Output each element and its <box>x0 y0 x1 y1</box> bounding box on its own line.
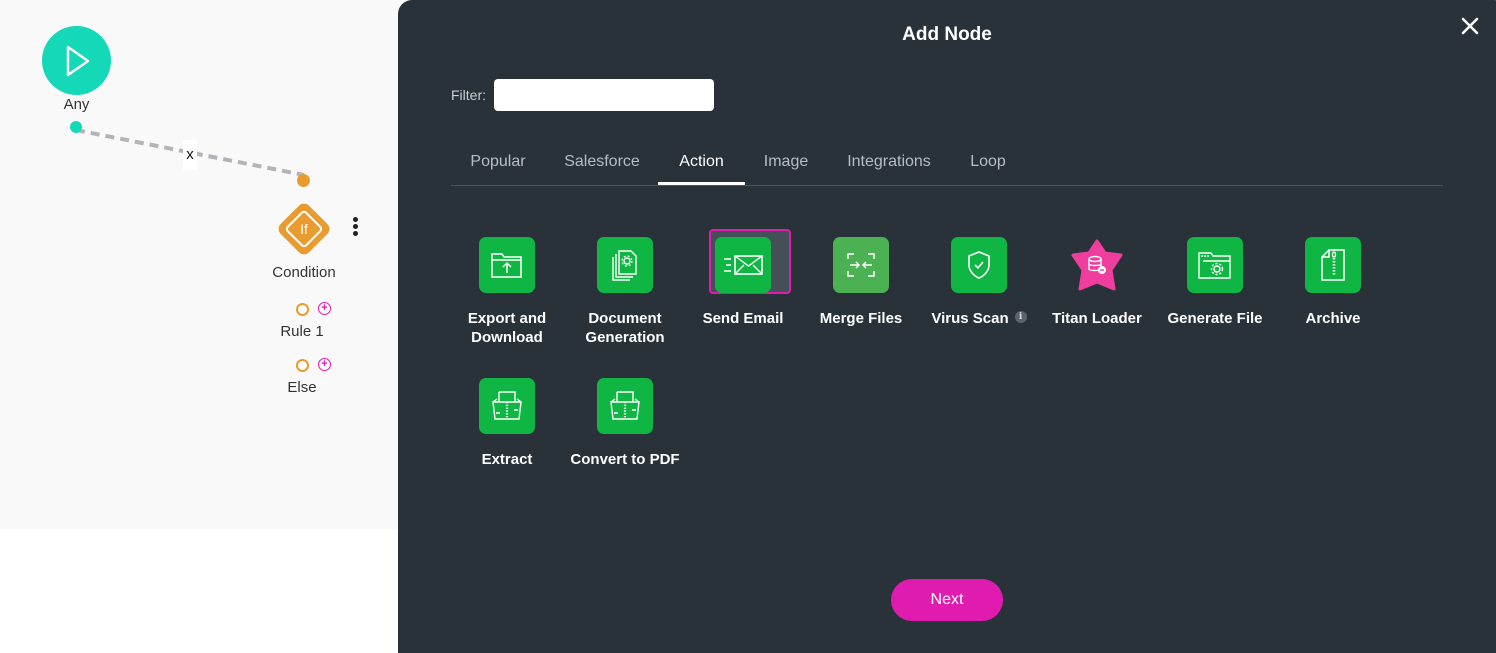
database-star-icon <box>1071 239 1123 291</box>
node-label: Document Generation <box>585 310 665 346</box>
branch-label-else: Else <box>287 379 317 396</box>
add-rule-1-button[interactable]: + <box>318 302 331 315</box>
tab-popular[interactable]: Popular <box>451 140 545 184</box>
modal-title: Add Node <box>902 24 992 45</box>
filter-label: Filter: <box>451 87 486 103</box>
document-gear-icon <box>612 250 637 281</box>
condition-node-label: Condition <box>272 264 336 281</box>
rule-1-port[interactable] <box>296 303 309 316</box>
node-label: Extract <box>481 451 533 468</box>
node-virus-scan[interactable]: Virus Scan i <box>920 228 1038 328</box>
start-node-label: Any <box>63 96 90 113</box>
category-tabs: Popular Salesforce Action Image Integrat… <box>451 140 1443 186</box>
node-export-and-download[interactable]: Export and Download <box>448 228 566 347</box>
folder-upload-icon <box>491 253 522 278</box>
node-label: Export and Download <box>467 310 547 346</box>
node-label: Archive <box>1305 310 1361 327</box>
node-convert-to-pdf[interactable]: Convert to PDF <box>566 369 684 469</box>
flow-canvas[interactable]: Any x If Condition + Rule 1 + Else <box>0 0 400 529</box>
zip-file-icon <box>1321 249 1345 281</box>
folder-gear-icon <box>1198 252 1231 279</box>
extract-box-icon <box>492 391 522 420</box>
node-extract[interactable]: Extract <box>448 369 566 469</box>
tab-integrations[interactable]: Integrations <box>834 140 944 184</box>
condition-node[interactable]: If <box>275 200 333 258</box>
start-node[interactable] <box>42 26 111 95</box>
info-icon[interactable]: i <box>1014 311 1027 323</box>
merge-icon <box>847 253 875 277</box>
node-label: Merge Files <box>819 310 903 327</box>
next-button[interactable]: Next <box>891 579 1003 621</box>
add-node-modal: Add Node Filter: Popular Salesforce Acti… <box>398 0 1496 653</box>
convert-box-icon <box>610 391 640 420</box>
node-label: Titan Loader <box>1052 310 1142 327</box>
close-icon[interactable] <box>1460 16 1480 36</box>
condition-input-port[interactable] <box>297 174 310 187</box>
remove-edge-button[interactable]: x <box>183 140 197 170</box>
node-titan-loader[interactable]: Titan Loader <box>1038 228 1156 328</box>
add-else-button[interactable]: + <box>318 358 331 371</box>
tab-image[interactable]: Image <box>751 140 821 184</box>
if-icon: If <box>300 221 308 237</box>
email-send-icon <box>724 255 763 275</box>
node-label: Generate File <box>1167 310 1263 327</box>
tab-salesforce[interactable]: Salesforce <box>551 140 653 184</box>
node-label-text: Virus Scan <box>931 310 1009 327</box>
filter-input[interactable] <box>494 79 714 111</box>
node-label: Convert to PDF <box>570 451 680 468</box>
node-send-email[interactable]: Send Email <box>684 228 802 328</box>
node-archive[interactable]: Archive <box>1274 228 1392 328</box>
tab-loop[interactable]: Loop <box>956 140 1020 184</box>
else-port[interactable] <box>296 359 309 372</box>
node-document-generation[interactable]: Document Generation <box>566 228 684 347</box>
node-generate-file[interactable]: Generate File <box>1156 228 1274 328</box>
node-merge-files[interactable]: Merge Files <box>802 228 920 328</box>
branch-label-rule-1: Rule 1 <box>280 323 324 340</box>
shield-check-icon <box>968 251 990 279</box>
node-label: Virus Scan i <box>920 309 1038 328</box>
play-icon <box>66 45 89 76</box>
start-output-port[interactable] <box>70 121 82 133</box>
node-menu-icon[interactable] <box>351 217 359 239</box>
tab-action[interactable]: Action <box>658 140 745 185</box>
node-label: Send Email <box>702 310 784 327</box>
